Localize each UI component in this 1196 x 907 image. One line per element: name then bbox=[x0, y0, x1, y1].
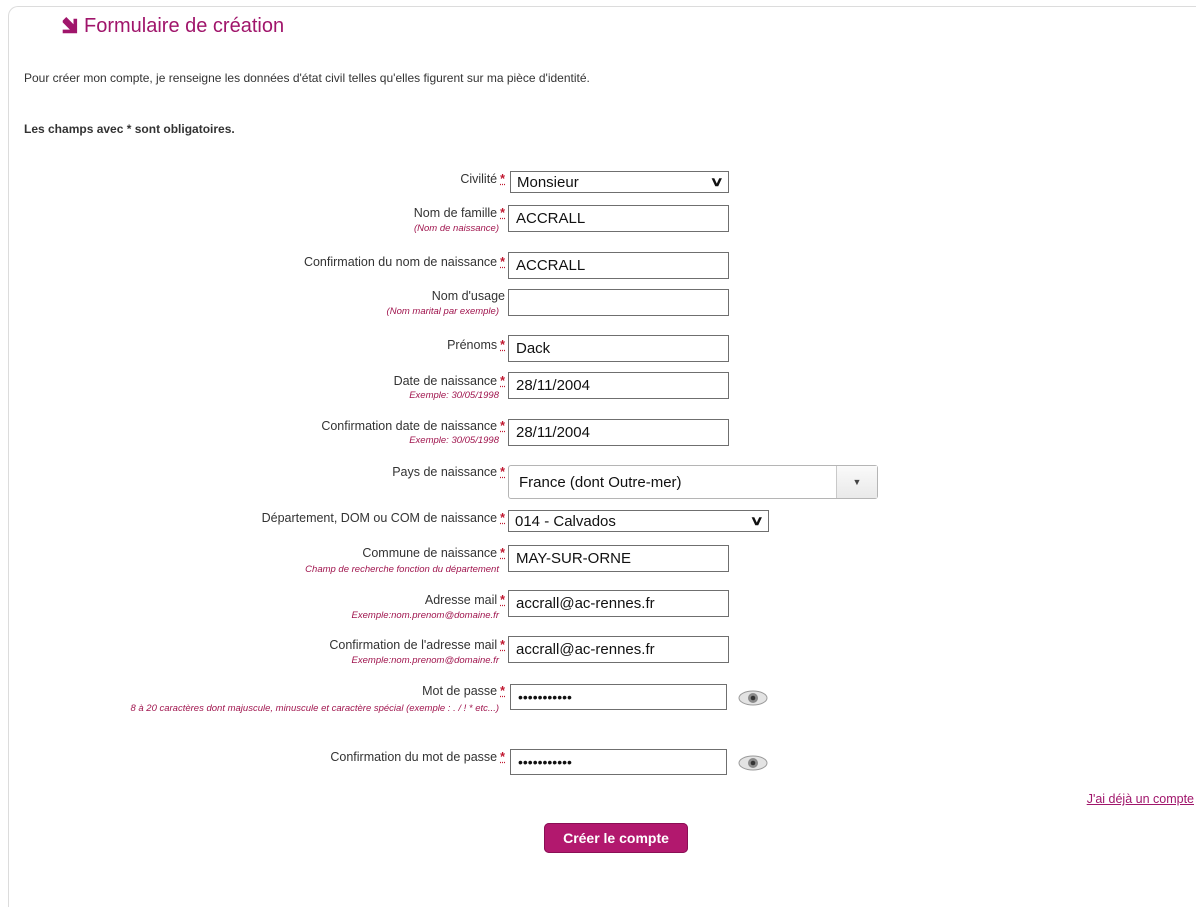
email-hint: Exemple:nom.prenom@domaine.fr bbox=[351, 610, 499, 621]
confirm-email-hint: Exemple:nom.prenom@domaine.fr bbox=[351, 655, 499, 666]
pays-label: Pays de naissance * bbox=[392, 465, 505, 479]
confirm-date-label: Confirmation date de naissance * bbox=[321, 419, 505, 433]
departement-value: 014 - Calvados bbox=[515, 512, 616, 530]
eye-icon[interactable] bbox=[738, 754, 768, 772]
pays-combobox[interactable]: France (dont Outre-mer) ▼ bbox=[508, 465, 878, 499]
commune-input[interactable] bbox=[508, 545, 729, 572]
confirm-email-label: Confirmation de l'adresse mail * bbox=[329, 638, 505, 652]
chevron-down-icon: ∨ bbox=[750, 513, 765, 528]
departement-label: Département, DOM ou COM de naissance * bbox=[261, 511, 505, 525]
chevron-down-icon: ∨ bbox=[710, 174, 725, 189]
arrow-down-right-icon bbox=[62, 17, 78, 34]
commune-hint: Champ de recherche fonction du départeme… bbox=[305, 564, 499, 575]
nom-famille-input[interactable] bbox=[508, 205, 729, 232]
caret-down-icon[interactable]: ▼ bbox=[836, 466, 877, 498]
nom-famille-hint: (Nom de naissance) bbox=[413, 223, 499, 234]
date-naissance-input[interactable] bbox=[508, 372, 729, 399]
civilite-label: Civilité * bbox=[460, 172, 505, 186]
password-label: Mot de passe * bbox=[422, 684, 505, 698]
already-account-link[interactable]: J'ai déjà un compte bbox=[1087, 792, 1194, 806]
mandatory-note: Les champs avec * sont obligatoires. bbox=[24, 122, 235, 136]
confirm-nom-label: Confirmation du nom de naissance * bbox=[303, 255, 505, 269]
nom-usage-label: Nom d'usage bbox=[431, 289, 505, 303]
create-account-button[interactable]: Créer le compte bbox=[544, 823, 688, 853]
confirm-password-label: Confirmation du mot de passe * bbox=[330, 750, 505, 764]
civilite-value: Monsieur bbox=[517, 173, 579, 191]
page-title: Formulaire de création bbox=[60, 12, 284, 40]
date-naissance-hint: Exemple: 30/05/1998 bbox=[409, 390, 499, 401]
confirm-email-input[interactable] bbox=[508, 636, 729, 663]
date-naissance-label: Date de naissance * bbox=[393, 374, 505, 388]
confirm-date-hint: Exemple: 30/05/1998 bbox=[409, 435, 499, 446]
password-input[interactable] bbox=[510, 684, 727, 710]
confirm-password-input[interactable] bbox=[510, 749, 727, 775]
nom-usage-input[interactable] bbox=[508, 289, 729, 316]
email-input[interactable] bbox=[508, 590, 729, 617]
commune-label: Commune de naissance * bbox=[362, 546, 505, 560]
confirm-date-input[interactable] bbox=[508, 419, 729, 446]
pays-value: France (dont Outre-mer) bbox=[519, 473, 682, 491]
confirm-nom-input[interactable] bbox=[508, 252, 729, 279]
eye-icon[interactable] bbox=[738, 689, 768, 707]
prenoms-input[interactable] bbox=[508, 335, 729, 362]
nom-usage-hint: (Nom marital par exemple) bbox=[386, 306, 499, 317]
email-label: Adresse mail * bbox=[424, 593, 505, 607]
departement-select[interactable]: 014 - Calvados ∨ bbox=[508, 510, 769, 532]
intro-text: Pour créer mon compte, je renseigne les … bbox=[24, 71, 590, 85]
nom-famille-label: Nom de famille * bbox=[413, 206, 505, 220]
password-hint: 8 à 20 caractères dont majuscule, minusc… bbox=[130, 703, 499, 714]
civilite-select[interactable]: Monsieur ∨ bbox=[510, 171, 729, 193]
prenoms-label: Prénoms * bbox=[447, 338, 505, 352]
page-title-text: Formulaire de création bbox=[84, 14, 285, 37]
